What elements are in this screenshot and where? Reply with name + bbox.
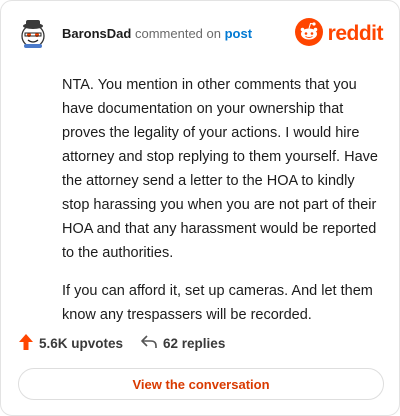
view-conversation-button[interactable]: View the conversation — [18, 368, 384, 400]
upvote-label: 5.6K upvotes — [39, 336, 124, 351]
post-link[interactable]: post — [225, 26, 252, 41]
comment-card: BaronsDad commented on post reddit NTA. … — [0, 0, 400, 416]
reddit-logo[interactable]: reddit — [294, 17, 384, 51]
comment-paragraph: NTA. You mention in other comments that … — [62, 77, 378, 261]
reply-arrow-icon — [141, 335, 163, 352]
upvote-arrow-icon — [19, 334, 39, 353]
username[interactable]: BaronsDad — [62, 26, 131, 41]
avatar[interactable] — [18, 17, 48, 49]
comment-paragraph: If you can afford it, set up cameras. An… — [62, 283, 373, 323]
stats-bar: 5.6K upvotes 62 replies — [19, 334, 225, 353]
reply-count[interactable]: 62 replies — [141, 335, 225, 352]
upvote-count[interactable]: 5.6K upvotes — [19, 334, 123, 353]
brand-name: reddit — [327, 22, 384, 45]
action-text: commented on — [134, 26, 221, 41]
comment-body: NTA. You mention in other comments that … — [62, 73, 380, 341]
reply-label: 62 replies — [163, 336, 226, 351]
comment-header: BaronsDad commented on post — [62, 26, 252, 41]
reddit-snoo-icon — [294, 17, 323, 51]
